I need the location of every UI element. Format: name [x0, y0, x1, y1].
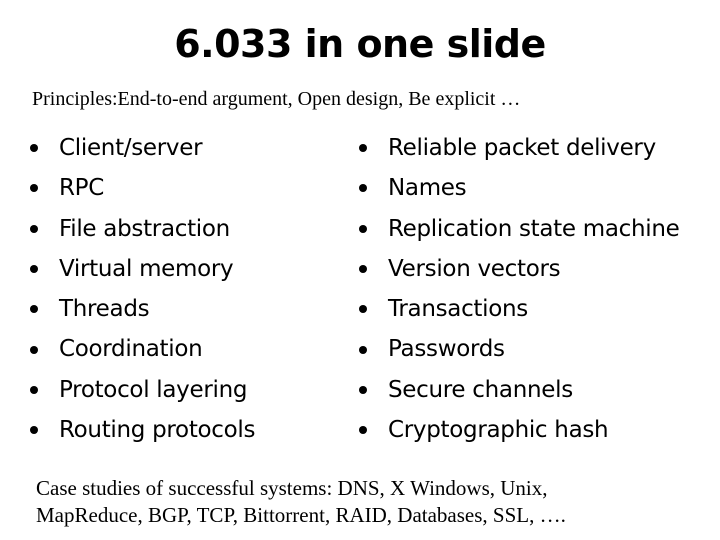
bullet-icon [30, 184, 38, 193]
list-item-text: Names [388, 175, 467, 202]
bullet-icon [30, 305, 38, 314]
bullet-icon [359, 345, 367, 354]
bullet-icon [359, 305, 367, 314]
bullet-icon [30, 224, 38, 233]
bullet-icon [359, 224, 367, 233]
list-item-text: Secure channels [388, 376, 573, 403]
bullet-icon [359, 265, 367, 274]
list-item-text: File abstraction [59, 215, 230, 242]
left-bullet-list: Client/server RPC File abstraction Virtu… [30, 128, 256, 450]
principles-line: Principles:End-to-end argument, Open des… [32, 88, 521, 110]
list-item: Virtual memory [30, 249, 255, 289]
right-bullet-list: Reliable packet delivery Names Replicati… [359, 128, 680, 450]
bullet-icon [359, 144, 367, 153]
list-item-text: Threads [59, 296, 150, 323]
list-item: Secure channels [359, 370, 680, 410]
list-item: Names [359, 168, 680, 208]
list-item: Protocol layering [30, 370, 255, 410]
list-item-text: Client/server [59, 135, 203, 161]
list-item: Replication state machine [359, 209, 680, 249]
list-item: Client/server [30, 128, 255, 168]
list-item-text: Cryptographic hash [388, 417, 609, 444]
list-item: Transactions [359, 289, 680, 329]
list-item-text: Routing protocols [59, 417, 256, 444]
list-item: Reliable packet delivery [359, 128, 680, 168]
list-item-text: Transactions [388, 296, 528, 323]
bullet-icon [30, 144, 38, 153]
slide-title: 6.033 in one slide [174, 22, 546, 66]
list-item-text: Coordination [59, 336, 203, 363]
case-studies-line-2: MapReduce, BGP, TCP, Bittorrent, RAID, D… [36, 503, 566, 527]
case-studies: Case studies of successful systems: DNS,… [36, 475, 706, 529]
case-studies-line-1: Case studies of successful systems: DNS,… [36, 476, 548, 500]
list-item-text: RPC [59, 175, 105, 202]
list-item-text: Version vectors [388, 255, 561, 282]
bullet-icon [30, 265, 38, 274]
list-item-text: Passwords [388, 336, 505, 363]
bullet-icon [359, 385, 367, 394]
list-item-text: Protocol layering [59, 376, 248, 403]
list-item: Routing protocols [30, 410, 256, 450]
bullet-icon [30, 426, 38, 435]
list-item-text: Reliable packet delivery [388, 135, 656, 161]
bullet-icon [359, 426, 367, 435]
list-item: RPC [30, 168, 255, 208]
list-item: Passwords [359, 329, 680, 369]
bullet-icon [30, 385, 38, 394]
bullet-icon [30, 345, 38, 354]
bullet-icon [359, 184, 367, 193]
list-item-text: Virtual memory [59, 255, 234, 282]
slide: 6.033 in one slide Principles:End-to-end… [0, 0, 720, 540]
list-item: Coordination [30, 329, 255, 369]
list-item-text: Replication state machine [388, 215, 680, 242]
list-item: Threads [30, 289, 255, 329]
list-item: Version vectors [359, 249, 680, 289]
list-item: File abstraction [30, 209, 255, 249]
list-item: Cryptographic hash [359, 410, 680, 450]
